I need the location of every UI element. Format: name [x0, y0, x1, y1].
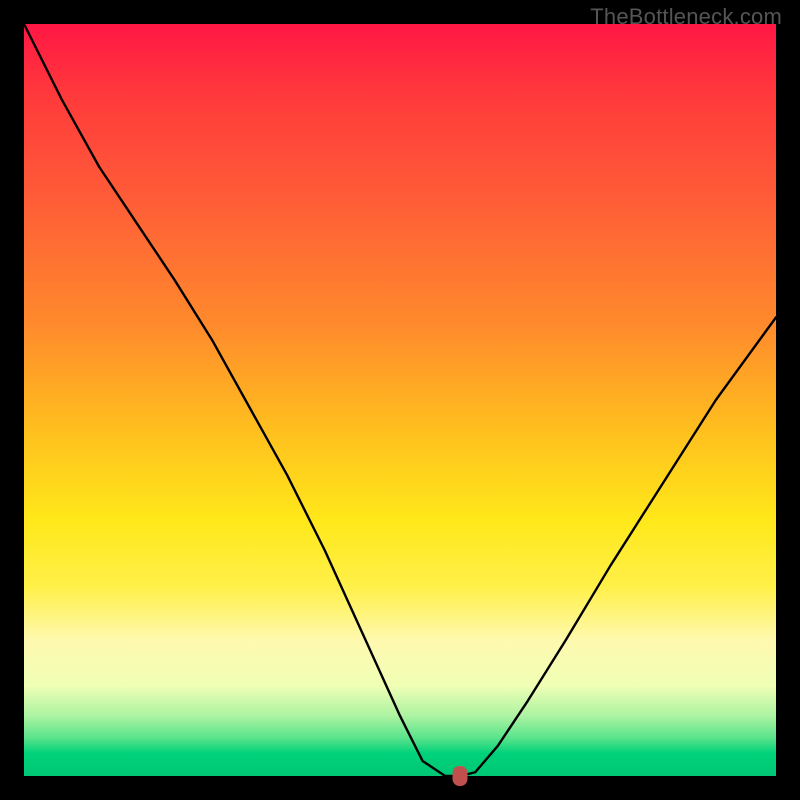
- plot-area: [24, 24, 776, 776]
- chart-container: TheBottleneck.com: [0, 0, 800, 800]
- optimal-marker: [453, 766, 468, 786]
- curve-svg: [24, 24, 776, 776]
- watermark-text: TheBottleneck.com: [590, 4, 782, 30]
- bottleneck-curve: [24, 24, 776, 776]
